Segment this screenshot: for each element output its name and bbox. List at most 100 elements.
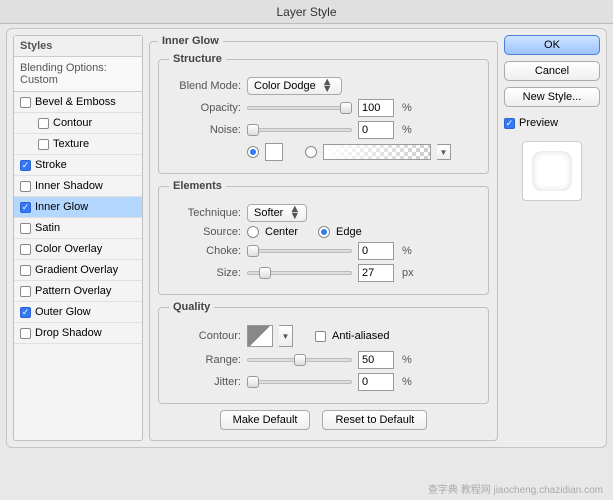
updown-icon: ▲▼: [289, 206, 300, 220]
source-label: Source:: [169, 226, 241, 238]
checkbox-icon[interactable]: [20, 181, 31, 192]
anti-aliased-label: Anti-aliased: [332, 330, 389, 342]
preview-label: Preview: [519, 117, 558, 129]
quality-legend: Quality: [169, 301, 214, 313]
sidebar-item-bevel[interactable]: Bevel & Emboss: [14, 92, 142, 113]
chevron-down-icon[interactable]: ▼: [279, 325, 293, 347]
sidebar-item-label: Inner Glow: [35, 201, 88, 213]
sidebar-item-contour[interactable]: Contour: [14, 113, 142, 134]
elements-legend: Elements: [169, 180, 226, 192]
checkbox-icon[interactable]: [20, 286, 31, 297]
sidebar-item-pattern-overlay[interactable]: Pattern Overlay: [14, 281, 142, 302]
sidebar-item-inner-glow[interactable]: Inner Glow: [14, 197, 142, 218]
sidebar-item-label: Drop Shadow: [35, 327, 102, 339]
jitter-slider[interactable]: [247, 377, 352, 387]
checkbox-icon[interactable]: [20, 202, 31, 213]
checkbox-icon[interactable]: [20, 97, 31, 108]
checkbox-icon[interactable]: [20, 307, 31, 318]
blend-mode-select[interactable]: Color Dodge ▲▼: [247, 77, 342, 95]
sidebar-item-label: Contour: [53, 117, 92, 129]
elements-group: Elements Technique: Softer ▲▼ Source: Ce…: [158, 180, 489, 295]
sidebar-item-label: Texture: [53, 138, 89, 150]
checkbox-icon[interactable]: [38, 118, 49, 129]
reset-default-button[interactable]: Reset to Default: [322, 410, 427, 430]
make-default-button[interactable]: Make Default: [220, 410, 311, 430]
sidebar-item-satin[interactable]: Satin: [14, 218, 142, 239]
jitter-input[interactable]: [358, 373, 394, 391]
preview-checkbox[interactable]: [504, 118, 515, 129]
window-title: Layer Style: [0, 0, 613, 24]
checkbox-icon[interactable]: [20, 223, 31, 234]
anti-aliased-checkbox[interactable]: [315, 331, 326, 342]
contour-swatch[interactable]: [247, 325, 273, 347]
checkbox-icon[interactable]: [20, 328, 31, 339]
new-style-button[interactable]: New Style...: [504, 87, 600, 107]
technique-select[interactable]: Softer ▲▼: [247, 204, 307, 222]
color-swatch[interactable]: [265, 143, 283, 161]
sidebar-item-label: Pattern Overlay: [35, 285, 111, 297]
opacity-slider[interactable]: [247, 103, 352, 113]
sidebar-item-label: Bevel & Emboss: [35, 96, 116, 108]
opacity-label: Opacity:: [169, 102, 241, 114]
range-slider[interactable]: [247, 355, 352, 365]
sidebar-item-color-overlay[interactable]: Color Overlay: [14, 239, 142, 260]
source-center-label: Center: [265, 226, 298, 238]
checkbox-icon[interactable]: [20, 244, 31, 255]
noise-slider[interactable]: [247, 125, 352, 135]
range-label: Range:: [169, 354, 241, 366]
choke-slider[interactable]: [247, 246, 352, 256]
blend-mode-value: Color Dodge: [254, 80, 316, 92]
range-input[interactable]: [358, 351, 394, 369]
choke-unit: %: [402, 245, 412, 257]
range-unit: %: [402, 354, 412, 366]
gradient-preview[interactable]: [323, 144, 431, 160]
size-input[interactable]: [358, 264, 394, 282]
ok-button[interactable]: OK: [504, 35, 600, 55]
preview-thumbnail: [522, 141, 582, 201]
noise-unit: %: [402, 124, 412, 136]
checkbox-icon[interactable]: [20, 265, 31, 276]
fill-solid-radio[interactable]: [247, 146, 259, 158]
checkbox-icon[interactable]: [20, 160, 31, 171]
technique-label: Technique:: [169, 207, 241, 219]
jitter-label: Jitter:: [169, 376, 241, 388]
size-label: Size:: [169, 267, 241, 279]
structure-group: Structure Blend Mode: Color Dodge ▲▼ Opa…: [158, 53, 489, 174]
chevron-down-icon[interactable]: ▼: [437, 144, 451, 160]
updown-icon: ▲▼: [322, 79, 333, 93]
dialog-actions: OK Cancel New Style... Preview: [504, 35, 600, 441]
sidebar-item-drop-shadow[interactable]: Drop Shadow: [14, 323, 142, 344]
choke-label: Choke:: [169, 245, 241, 257]
sidebar-item-label: Inner Shadow: [35, 180, 103, 192]
opacity-unit: %: [402, 102, 412, 114]
inner-glow-panel: Inner Glow Structure Blend Mode: Color D…: [149, 35, 498, 441]
sidebar-item-label: Stroke: [35, 159, 67, 171]
watermark-text: 查字典 教程网 jiaocheng.chazidian.com: [428, 481, 603, 496]
contour-label: Contour:: [169, 330, 241, 342]
sidebar-item-stroke[interactable]: Stroke: [14, 155, 142, 176]
sidebar-blending-header[interactable]: Blending Options: Custom: [14, 57, 142, 92]
dialog-body: Styles Blending Options: Custom Bevel & …: [6, 28, 607, 448]
jitter-unit: %: [402, 376, 412, 388]
size-slider[interactable]: [247, 268, 352, 278]
source-edge-label: Edge: [336, 226, 362, 238]
sidebar-item-texture[interactable]: Texture: [14, 134, 142, 155]
sidebar-item-outer-glow[interactable]: Outer Glow: [14, 302, 142, 323]
source-center-radio[interactable]: [247, 226, 259, 238]
quality-group: Quality Contour: ▼ Anti-aliased Range: %…: [158, 301, 489, 404]
source-edge-radio[interactable]: [318, 226, 330, 238]
opacity-input[interactable]: [358, 99, 394, 117]
fill-gradient-radio[interactable]: [305, 146, 317, 158]
sidebar-item-gradient-overlay[interactable]: Gradient Overlay: [14, 260, 142, 281]
sidebar-item-label: Color Overlay: [35, 243, 102, 255]
sidebar-item-label: Gradient Overlay: [35, 264, 118, 276]
sidebar-item-inner-shadow[interactable]: Inner Shadow: [14, 176, 142, 197]
noise-input[interactable]: [358, 121, 394, 139]
panel-heading: Inner Glow: [158, 35, 223, 47]
sidebar-styles-header[interactable]: Styles: [14, 36, 142, 57]
choke-input[interactable]: [358, 242, 394, 260]
checkbox-icon[interactable]: [38, 139, 49, 150]
noise-label: Noise:: [169, 124, 241, 136]
cancel-button[interactable]: Cancel: [504, 61, 600, 81]
size-unit: px: [402, 267, 414, 279]
